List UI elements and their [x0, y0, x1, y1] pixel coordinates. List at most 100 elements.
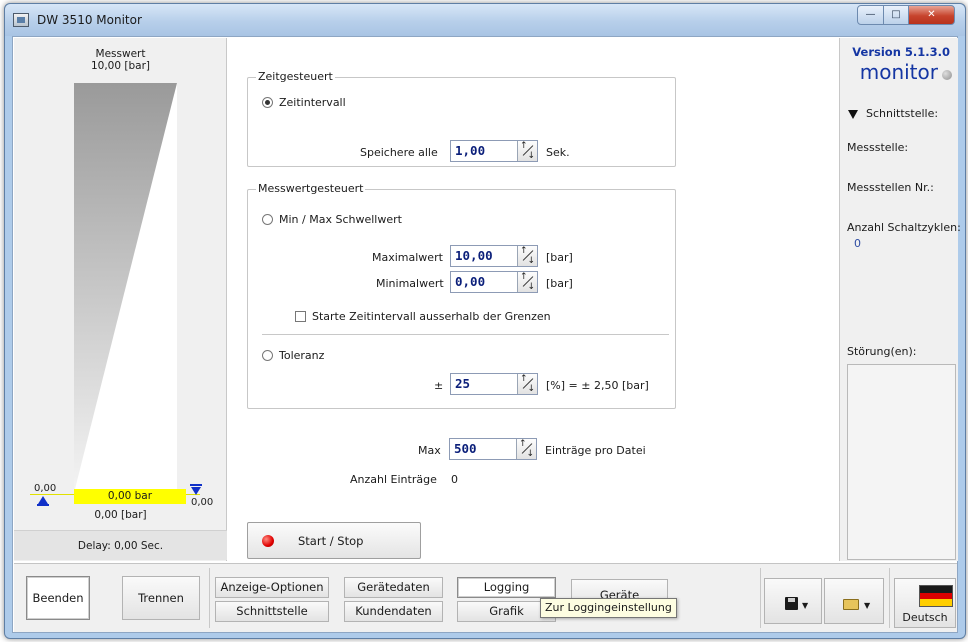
- toleranz-label: Toleranz: [279, 349, 325, 362]
- interface-label: Schnittstelle:: [866, 107, 939, 120]
- version-label: Version 5.1.3.0: [852, 45, 950, 59]
- folder-open-icon: [843, 599, 859, 610]
- divider: [262, 334, 669, 335]
- radio-unselected-icon: [262, 350, 273, 361]
- minmax-label: Min / Max Schwellwert: [279, 213, 402, 226]
- app-window: DW 3510 Monitor — □ ✕ Messwert 10,00 [ba…: [4, 3, 966, 639]
- chevron-down-icon: ▼: [802, 601, 809, 610]
- gauge-current-value: 0,00 bar: [74, 489, 186, 504]
- status-panel: Version 5.1.3.0 monitor Schnittstelle: M…: [839, 38, 961, 561]
- max-entries-value[interactable]: 500: [450, 439, 516, 459]
- minimalwert-unit: [bar]: [546, 277, 573, 290]
- gauge-title: Messwert: [95, 48, 146, 60]
- toleranz-value[interactable]: 25: [451, 374, 517, 394]
- minimize-button[interactable]: —: [857, 5, 884, 25]
- maximalwert-label: Maximalwert: [372, 251, 443, 264]
- minmax-radio[interactable]: Min / Max Schwellwert: [262, 213, 402, 226]
- maximalwert-stepper[interactable]: 10,00: [450, 245, 538, 267]
- status-dot-icon: [942, 70, 952, 80]
- gauge-wedge: [74, 83, 177, 493]
- brand-logo: monitor: [859, 60, 938, 84]
- open-menu-button[interactable]: ▼: [824, 578, 884, 624]
- toolbar-separator: [889, 568, 890, 628]
- checkbox-icon: [295, 311, 306, 322]
- delay-label: Delay: 0,00 Sec.: [14, 530, 227, 560]
- german-flag-icon: [919, 585, 953, 607]
- toolbar-separator: [760, 568, 761, 628]
- max-marker-icon[interactable]: [191, 487, 201, 495]
- close-button[interactable]: ✕: [908, 5, 955, 25]
- messwertgesteuert-group: Messwertgesteuert Min / Max Schwellwert …: [247, 182, 676, 409]
- spin-arrows-icon[interactable]: [517, 272, 537, 292]
- min-marker-icon[interactable]: [38, 496, 48, 504]
- anzeige-optionen-button[interactable]: Anzeige-Optionen: [215, 577, 329, 598]
- save-menu-button[interactable]: ▼: [764, 578, 822, 624]
- logging-button[interactable]: Logging: [457, 577, 556, 598]
- anzahl-eintraege-label: Anzahl Einträge: [350, 473, 437, 486]
- kundendaten-button[interactable]: Kundendaten: [344, 601, 443, 622]
- toleranz-stepper[interactable]: 25: [450, 373, 538, 395]
- gauge-bar: [74, 83, 177, 493]
- chevron-down-icon: ▼: [864, 601, 871, 610]
- maximalwert-unit: [bar]: [546, 251, 573, 264]
- max-entries-label: Max: [418, 444, 441, 457]
- spin-arrows-icon[interactable]: [517, 246, 537, 266]
- minimalwert-value[interactable]: 0,00: [451, 272, 517, 292]
- gauge-panel: Messwert 10,00 [bar] 0,00 0,00 bar 0,00 …: [14, 38, 227, 561]
- minimalwert-label: Minimalwert: [376, 277, 444, 290]
- trennen-button[interactable]: Trennen: [122, 576, 200, 620]
- gauge-right-min: 0,00: [191, 497, 214, 508]
- schaltzyklen-label: Anzahl Schaltzyklen:: [847, 221, 961, 234]
- maximalwert-value[interactable]: 10,00: [451, 246, 517, 266]
- speichere-value[interactable]: 1,00: [451, 141, 517, 161]
- messstelle-label: Messstelle:: [847, 141, 909, 154]
- start-stop-button[interactable]: Start / Stop: [247, 522, 421, 559]
- max-entries-suffix: Einträge pro Datei: [545, 444, 646, 457]
- starte-zeitintervall-checkbox[interactable]: Starte Zeitintervall ausserhalb der Gren…: [295, 310, 551, 323]
- schaltzyklen-value: 0: [854, 237, 861, 250]
- language-label: Deutsch: [902, 611, 948, 624]
- toleranz-prefix: ±: [434, 379, 444, 392]
- toolbar-separator: [209, 568, 210, 628]
- messwertgesteuert-title: Messwertgesteuert: [256, 182, 366, 195]
- speichere-unit: Sek.: [546, 146, 570, 159]
- spin-arrows-icon[interactable]: [517, 374, 537, 394]
- max-entries-stepper[interactable]: 500: [449, 438, 537, 460]
- schnittstelle-button[interactable]: Schnittstelle: [215, 601, 329, 622]
- minimalwert-stepper[interactable]: 0,00: [450, 271, 538, 293]
- title-bar: DW 3510 Monitor — □ ✕: [5, 4, 965, 36]
- gauge-max-label: 10,00 [bar]: [90, 60, 150, 72]
- toleranz-radio[interactable]: Toleranz: [262, 349, 324, 362]
- maximize-button[interactable]: □: [883, 5, 909, 25]
- save-icon: [785, 597, 798, 610]
- record-led-icon: [262, 535, 274, 547]
- zeitgesteuert-title: Zeitgesteuert: [256, 70, 335, 83]
- max-marker-base: [190, 484, 202, 486]
- tooltip: Zur Loggingeinstellung: [540, 598, 677, 618]
- radio-selected-icon: [262, 97, 273, 108]
- window-title: DW 3510 Monitor: [37, 13, 142, 27]
- dropdown-triangle-icon[interactable]: [848, 110, 858, 119]
- radio-unselected-icon: [262, 214, 273, 225]
- toleranz-suffix: [%] = ± 2,50 [bar]: [546, 379, 649, 392]
- bottom-toolbar: Beenden Trennen Anzeige-Optionen Schnitt…: [14, 563, 957, 632]
- language-button[interactable]: Deutsch: [894, 578, 956, 628]
- gauge-left-min: 0,00: [34, 483, 57, 494]
- gauge-current-unit: 0,00 [bar]: [94, 509, 147, 521]
- starte-zeitintervall-label: Starte Zeitintervall ausserhalb der Gren…: [312, 310, 551, 323]
- client-area: Messwert 10,00 [bar] 0,00 0,00 bar 0,00 …: [12, 36, 961, 633]
- messstellen-nr-label: Messstellen Nr.:: [847, 181, 934, 194]
- geraetedaten-button[interactable]: Gerätedaten: [344, 577, 443, 598]
- zeitgesteuert-group: Zeitgesteuert Zeitintervall Speichere al…: [247, 70, 676, 167]
- anzahl-eintraege-value: 0: [451, 473, 458, 486]
- stoerungen-list[interactable]: [847, 364, 956, 560]
- beenden-button[interactable]: Beenden: [26, 576, 90, 620]
- spin-arrows-icon[interactable]: [516, 439, 536, 459]
- min-marker-base: [37, 504, 49, 506]
- speichere-stepper[interactable]: 1,00: [450, 140, 538, 162]
- spin-arrows-icon[interactable]: [517, 141, 537, 161]
- zeitintervall-label: Zeitintervall: [279, 96, 346, 109]
- app-icon: [13, 13, 29, 27]
- zeitintervall-radio[interactable]: Zeitintervall: [262, 96, 346, 109]
- stoerungen-label: Störung(en):: [847, 345, 917, 358]
